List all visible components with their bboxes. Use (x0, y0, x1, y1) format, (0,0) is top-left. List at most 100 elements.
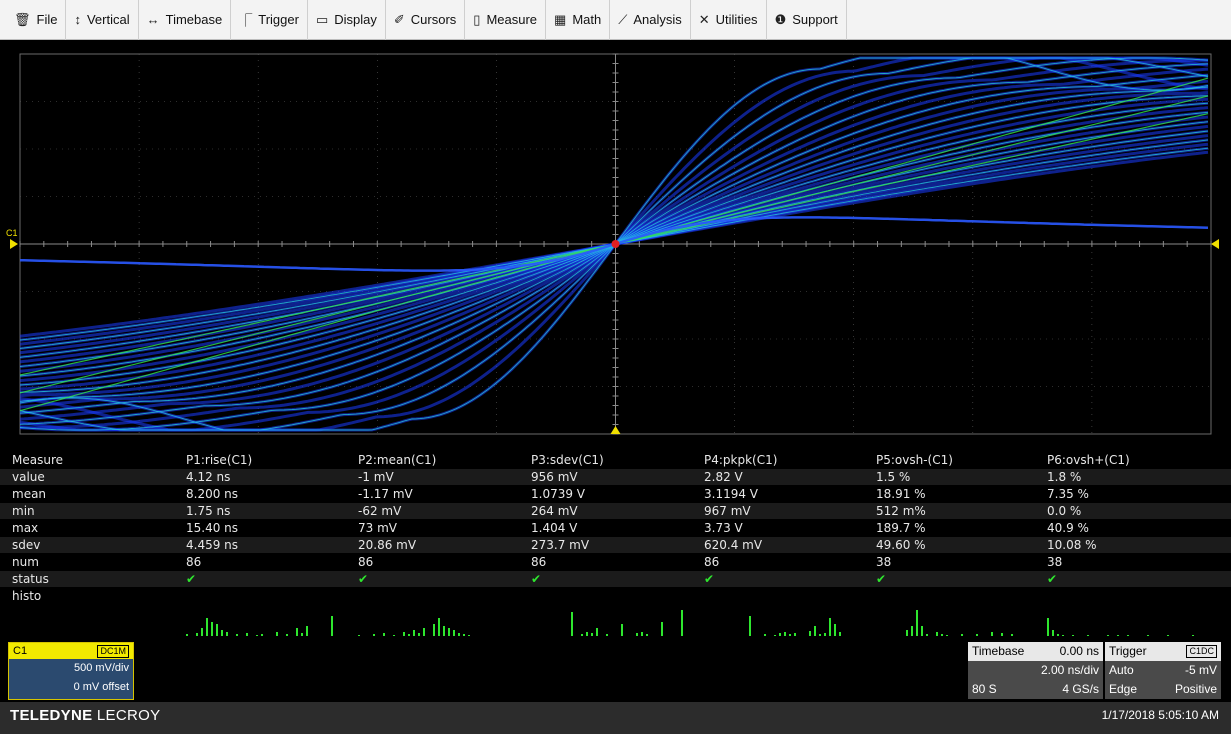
channel-descriptor-c1[interactable]: C1 DC1M 500 mV/div 0 mV offset (8, 642, 134, 700)
histogram-bar (358, 635, 360, 636)
menu-timebase[interactable]: ↔ Timebase (139, 0, 232, 40)
measure-row-min: min 1.75 ns -62 mV 264 mV 967 mV 512 m% 0.0 % (0, 503, 1231, 519)
trigger-row-2: Edge Positive (1105, 680, 1221, 699)
histogram-bar (581, 634, 583, 636)
crossing-point (611, 240, 620, 248)
param-min: 512 m% (876, 504, 926, 518)
param-max: 73 mV (358, 521, 397, 535)
param-sdev: 20.86 mV (358, 538, 417, 552)
histogram-bar (276, 632, 278, 636)
histogram-bar (216, 624, 218, 636)
menu-math[interactable]: ▦ Math (546, 0, 611, 40)
histogram-strip (186, 610, 1194, 636)
histogram-bar (226, 632, 228, 636)
param-mean: 8.200 ns (186, 487, 239, 501)
menu-label: Cursors (410, 12, 457, 27)
histogram-bar (296, 628, 298, 636)
menu-support[interactable]: ❶ Support (767, 0, 847, 40)
param-name[interactable]: P2:mean(C1) (358, 452, 436, 468)
histogram-bar (1057, 634, 1059, 636)
menu-cursors[interactable]: ✐ Cursors (386, 0, 466, 40)
channel-coupling: DC1M (97, 644, 129, 658)
timebase-header: Timebase 0.00 ns (968, 642, 1103, 661)
brand-name: TELEDYNE (10, 707, 93, 724)
param-name[interactable]: P6:ovsh+(C1) (1047, 452, 1130, 468)
histogram-bar (661, 622, 663, 636)
row-label: sdev (12, 538, 41, 552)
trigger-source: C1 (1189, 646, 1201, 656)
param-num: 86 (186, 555, 202, 569)
timebase-label: Timebase (972, 644, 1025, 658)
histogram-bar (839, 632, 841, 636)
param-mean: 7.35 % (1047, 487, 1089, 501)
param-max: 15.40 ns (186, 521, 239, 535)
histogram-bar (201, 628, 203, 636)
histogram-bar (236, 634, 238, 636)
measure-row-histo: histo (0, 588, 1231, 604)
histogram-bar (641, 632, 643, 636)
histogram-bar (946, 635, 948, 636)
status-check-icon: ✔ (531, 572, 542, 586)
timebase-row-2: 80 S 4 GS/s (968, 680, 1103, 699)
trigger-icon: ⎾ (239, 13, 253, 28)
trigger-mode: Auto (1109, 663, 1134, 677)
row-label: Measure (12, 453, 63, 467)
histogram-bar (921, 626, 923, 636)
menu-measure[interactable]: ▯ Measure (465, 0, 547, 40)
menu-vertical[interactable]: ↕ Vertical (66, 0, 139, 40)
histogram-bar (586, 632, 588, 636)
histogram-bar (961, 634, 963, 636)
histogram-bar (824, 633, 826, 636)
param-mean: 3.1194 V (704, 487, 759, 501)
histogram-bar (438, 618, 440, 636)
vertical-arrows-icon: ↕ (74, 12, 81, 27)
menu-display[interactable]: ▭ Display (308, 0, 386, 40)
histogram-bar (941, 634, 943, 636)
param-value: -1 mV (358, 470, 394, 484)
row-label: value (12, 470, 45, 484)
param-value: 2.82 V (704, 470, 743, 484)
histogram-bar (1117, 635, 1119, 636)
trigger-level-marker (1211, 239, 1219, 249)
param-num: 38 (1047, 555, 1063, 569)
analysis-chart-icon: ⟋ (618, 11, 628, 27)
menu-analysis[interactable]: ⟋ Analysis (610, 0, 691, 40)
waveform-display[interactable]: C1 (0, 40, 1231, 438)
histogram-bar (261, 634, 263, 636)
param-name[interactable]: P4:pkpk(C1) (704, 452, 777, 468)
histogram-bar (814, 626, 816, 636)
histogram-bar (306, 626, 308, 636)
row-label: max (12, 521, 39, 535)
histogram-bar (774, 635, 776, 636)
cursor-icon: ✐ (393, 11, 405, 27)
param-num: 86 (358, 555, 374, 569)
trigger-coupling: DC (1201, 646, 1214, 656)
param-value: 1.8 % (1047, 470, 1082, 484)
timebase-descriptor[interactable]: Timebase 0.00 ns 2.00 ns/div 80 S 4 GS/s (968, 642, 1103, 700)
histogram-bar (211, 622, 213, 636)
channel-name: C1 (13, 645, 28, 657)
histogram-bar (681, 610, 683, 636)
brand-subname: LECROY (96, 707, 161, 724)
row-label: status (12, 572, 49, 586)
histogram-bar (286, 634, 288, 636)
timebase-delay: 0.00 ns (1059, 644, 1099, 658)
menu-utilities[interactable]: ✕ Utilities (691, 0, 767, 40)
histogram-bar (453, 630, 455, 636)
trigger-row-1: Auto -5 mV (1105, 661, 1221, 680)
measure-row-max: max 15.40 ns 73 mV 1.404 V 3.73 V 189.7 % 40.9… (0, 520, 1231, 536)
param-name[interactable]: P1:rise(C1) (186, 452, 252, 468)
menu-trigger[interactable]: ⎾ Trigger (231, 0, 308, 40)
histogram-bar (423, 628, 425, 636)
histogram-bar (448, 628, 450, 636)
param-name[interactable]: P3:sdev(C1) (531, 452, 604, 468)
histogram-bar (413, 630, 415, 636)
histogram-bar (1072, 635, 1074, 636)
menu-file[interactable]: 🗑 File (6, 0, 67, 40)
histogram-bar (221, 630, 223, 636)
param-name[interactable]: P5:ovsh-(C1) (876, 452, 953, 468)
measure-row-status: status ✔ ✔ ✔ ✔ ✔ ✔ (0, 571, 1231, 587)
histogram-bar (936, 632, 938, 636)
trigger-descriptor[interactable]: Trigger C1DC Auto -5 mV Edge Positive (1105, 642, 1221, 700)
param-max: 1.404 V (531, 521, 578, 535)
